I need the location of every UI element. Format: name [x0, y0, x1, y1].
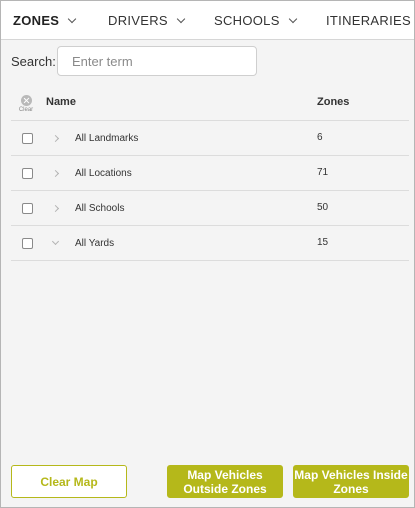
tab-itineraries-label: ITINERARIES — [326, 13, 411, 28]
row-zone-count: 6 — [317, 132, 323, 143]
tab-itineraries[interactable]: ITINERARIES — [326, 1, 414, 39]
zones-panel: ZONES DRIVERS SCHOOLS ITINERARIES Search… — [0, 0, 415, 508]
clear-map-button[interactable]: Clear Map — [11, 465, 127, 498]
row-name: All Locations — [75, 168, 132, 179]
table-header: Clear Name Zones — [11, 85, 409, 121]
tab-schools-label: SCHOOLS — [214, 13, 280, 28]
clear-selection-button[interactable]: Clear — [17, 95, 35, 114]
row-zone-count: 50 — [317, 202, 329, 213]
chevron-down-icon — [288, 14, 297, 23]
table-row: All Landmarks 6 — [11, 121, 409, 156]
expand-button[interactable] — [49, 201, 61, 215]
row-name: All Landmarks — [75, 133, 139, 144]
tab-zones[interactable]: ZONES — [13, 1, 77, 39]
collapse-button[interactable] — [49, 236, 61, 250]
row-checkbox[interactable] — [22, 133, 33, 144]
tab-schools[interactable]: SCHOOLS — [214, 1, 297, 39]
row-checkbox[interactable] — [22, 203, 33, 214]
row-checkbox[interactable] — [22, 238, 33, 249]
row-name: All Yards — [75, 238, 115, 249]
expand-button[interactable] — [49, 166, 61, 180]
clear-icon — [20, 95, 32, 106]
tab-drivers[interactable]: DRIVERS — [108, 1, 186, 39]
search-label: Search: — [11, 54, 56, 69]
table-row: All Schools 50 — [11, 191, 409, 226]
map-vehicles-inside-zones-button[interactable]: Map Vehicles Inside Zones — [293, 465, 409, 498]
column-header-name[interactable]: Name — [46, 96, 76, 108]
chevron-down-icon — [51, 237, 59, 246]
chevron-right-icon — [51, 134, 59, 142]
tab-zones-label: ZONES — [13, 13, 60, 28]
map-vehicles-outside-zones-button[interactable]: Map Vehicles Outside Zones — [167, 465, 283, 498]
chevron-right-icon — [51, 204, 59, 212]
row-zone-count: 15 — [317, 237, 329, 248]
table-row: All Yards 15 — [11, 226, 409, 261]
row-name: All Schools — [75, 203, 125, 214]
tab-bar: ZONES DRIVERS SCHOOLS ITINERARIES — [1, 1, 414, 40]
search-input[interactable] — [57, 46, 257, 76]
chevron-down-icon — [68, 14, 77, 23]
table-row: All Locations 71 — [11, 156, 409, 191]
chevron-right-icon — [51, 169, 59, 177]
row-checkbox[interactable] — [22, 168, 33, 179]
chevron-down-icon — [176, 14, 186, 23]
tab-drivers-label: DRIVERS — [108, 13, 168, 28]
clear-label: Clear — [18, 107, 34, 113]
column-header-zones[interactable]: Zones — [317, 96, 349, 108]
row-zone-count: 71 — [317, 167, 329, 178]
expand-button[interactable] — [49, 131, 61, 145]
